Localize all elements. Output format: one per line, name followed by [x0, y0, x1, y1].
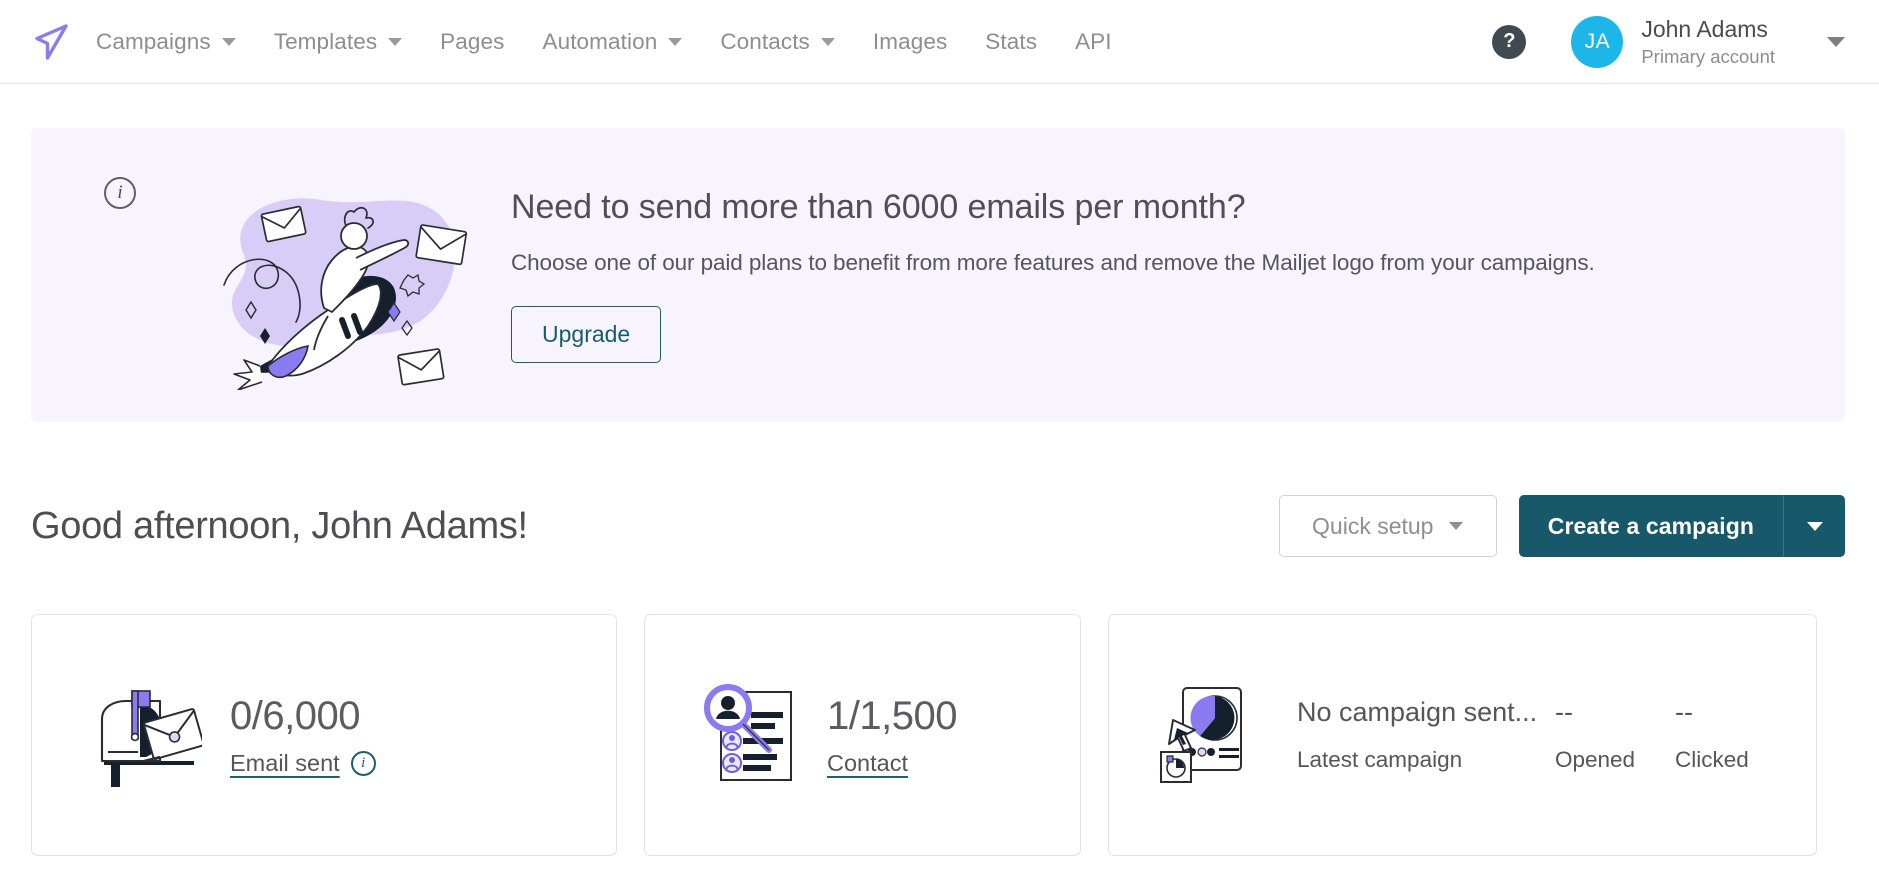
create-campaign-group: Create a campaign: [1518, 495, 1845, 557]
metric-label: Opened: [1555, 746, 1636, 772]
campaign-stats-illustration: [1155, 678, 1267, 793]
chevron-down-icon: [820, 37, 835, 46]
emails-sent-value: 0/6,000: [230, 693, 360, 738]
contacts-value: 1/1,500: [827, 693, 957, 738]
quick-setup-button[interactable]: Quick setup: [1278, 495, 1497, 557]
metric-value: --: [1555, 697, 1573, 728]
account-subtitle: Primary account: [1641, 45, 1775, 67]
paper-plane-icon: [35, 23, 68, 60]
metric-latest-campaign: No campaign sent... Latest campaign: [1297, 697, 1555, 772]
metric-label: Clicked: [1675, 746, 1749, 772]
nav-item-label: Pages: [440, 28, 505, 54]
email-sent-link[interactable]: Email sent: [230, 750, 340, 777]
card-body: 0/6,000 Email sent i: [230, 694, 376, 777]
nav-item-label: Automation: [542, 28, 658, 54]
nav-item-pages[interactable]: Pages: [440, 29, 504, 55]
nav-item-label: Campaigns: [96, 28, 211, 54]
card-emails-sent: 0/6,000 Email sent i: [31, 614, 617, 856]
page-title: Good afternoon, John Adams!: [31, 504, 528, 547]
nav-item-templates[interactable]: Templates: [273, 28, 403, 55]
metric-label: Latest campaign: [1297, 746, 1463, 772]
banner-text-block: Need to send more than 6000 emails per m…: [511, 188, 1595, 363]
primary-nav-links: Campaigns Templates Pages Automation Con…: [96, 29, 1112, 55]
banner-subtitle: Choose one of our paid plans to benefit …: [511, 249, 1595, 275]
metric-opened: -- Opened: [1555, 697, 1675, 772]
quick-setup-label: Quick setup: [1312, 512, 1434, 539]
nav-item-label: API: [1075, 28, 1112, 54]
card-contacts: 1/1,500 Contact: [644, 614, 1081, 856]
stat-cards-row: 0/6,000 Email sent i 1/1,500 Contact No …: [31, 614, 1845, 856]
info-icon[interactable]: i: [104, 177, 136, 209]
create-campaign-dropdown-toggle[interactable]: [1783, 495, 1845, 557]
nav-item-label: Images: [872, 28, 948, 54]
nav-item-label: Contacts: [720, 28, 810, 54]
nav-item-automation[interactable]: Automation: [542, 28, 683, 55]
chevron-down-icon: [668, 37, 683, 46]
top-navigation-bar: Campaigns Templates Pages Automation Con…: [0, 0, 1879, 84]
contacts-link-row: Contact: [827, 750, 957, 777]
campaign-metrics: No campaign sent... Latest campaign -- O…: [1297, 697, 1785, 772]
nav-right-cluster: ? JA John Adams Primary account: [1492, 15, 1845, 68]
chevron-down-icon: [1449, 522, 1464, 530]
nav-item-contacts[interactable]: Contacts: [720, 29, 835, 55]
mailbox-illustration: [82, 673, 205, 798]
account-menu[interactable]: John Adams Primary account: [1641, 15, 1775, 68]
contact-search-illustration: [695, 678, 799, 793]
create-campaign-button[interactable]: Create a campaign: [1518, 495, 1783, 557]
account-chevron-down-icon[interactable]: [1827, 36, 1845, 47]
nav-item-images[interactable]: Images: [873, 29, 947, 55]
nav-item-label: Stats: [985, 28, 1038, 54]
greeting-row: Good afternoon, John Adams! Quick setup …: [31, 495, 1845, 557]
banner-title: Need to send more than 6000 emails per m…: [511, 187, 1246, 226]
emails-sent-link-row: Email sent i: [230, 750, 376, 777]
metric-value: --: [1675, 697, 1693, 728]
nav-item-campaigns[interactable]: Campaigns: [96, 29, 236, 55]
chevron-down-icon: [1806, 521, 1823, 531]
nav-item-label: Templates: [273, 28, 378, 54]
card-body: 1/1,500 Contact: [827, 694, 957, 777]
nav-item-api[interactable]: API: [1075, 29, 1112, 55]
metric-value: No campaign sent...: [1297, 697, 1538, 728]
rocket-rider-envelopes-illustration: [156, 160, 476, 391]
chevron-down-icon: [388, 37, 403, 46]
contact-link[interactable]: Contact: [827, 750, 908, 777]
metric-clicked: -- Clicked: [1675, 697, 1785, 772]
app-logo[interactable]: [28, 19, 74, 65]
card-latest-campaign: No campaign sent... Latest campaign -- O…: [1108, 614, 1817, 856]
nav-item-stats[interactable]: Stats: [985, 29, 1037, 55]
account-name: John Adams: [1641, 16, 1768, 43]
avatar[interactable]: JA: [1571, 15, 1624, 68]
upgrade-button[interactable]: Upgrade: [511, 305, 662, 363]
chevron-down-icon: [221, 37, 236, 46]
upgrade-banner: i Need to send more than 6000 emails per…: [31, 128, 1845, 422]
help-icon[interactable]: ?: [1492, 24, 1527, 59]
header-actions: Quick setup Create a campaign: [1278, 495, 1845, 557]
info-icon[interactable]: i: [350, 750, 376, 776]
